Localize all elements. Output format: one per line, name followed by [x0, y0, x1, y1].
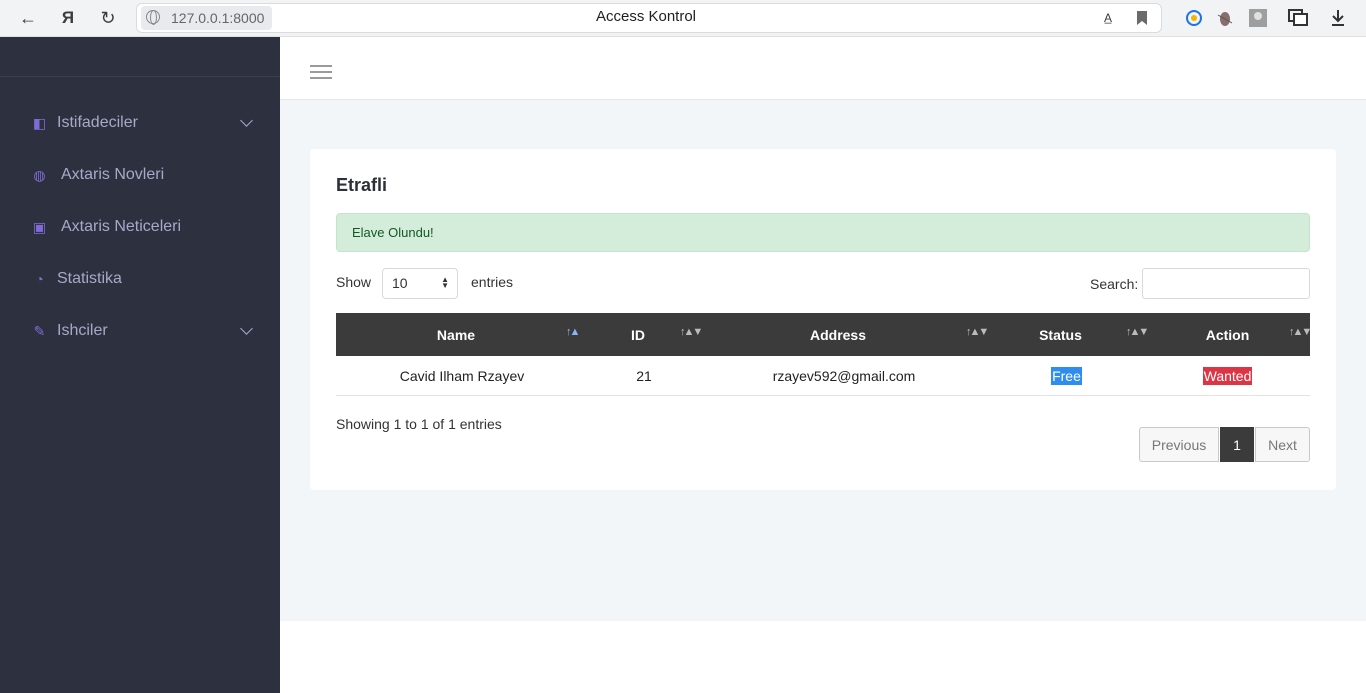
cell-id: 21: [636, 368, 652, 384]
cell-action: Wanted: [1145, 356, 1310, 396]
show-label: Show: [336, 274, 372, 290]
column-header-id[interactable]: ID ↑▲▼: [576, 313, 703, 356]
column-label: ID: [631, 326, 645, 343]
briefcase-icon: ▣: [32, 218, 47, 235]
translate-icon[interactable]: A̲: [1098, 8, 1118, 28]
cell-address: rzayev592@gmail.com: [772, 368, 916, 384]
table-header: Name ↑▲ ID ↑▲▼ Address ↑▲▼ Status ↑▲▼ Ac…: [336, 313, 1313, 356]
sort-icon: ↑▲▼: [680, 326, 703, 338]
sidebar-item-label: Axtaris Novleri: [61, 166, 165, 183]
column-header-action[interactable]: Action ↑▲▼: [1145, 313, 1313, 356]
pencil-icon: ✎: [33, 322, 46, 339]
sidebar-item-label: Statistika: [57, 270, 122, 287]
extension-icon[interactable]: [1184, 8, 1204, 28]
browser-toolbar: ← Я ↻ 127.0.0.1:8000 Access Kontrol A̲: [0, 0, 1366, 37]
select-arrows-icon: ▲ ▼: [441, 275, 449, 290]
column-label: Address: [809, 326, 867, 343]
chevron-down-icon: [240, 322, 253, 335]
cell-name: Cavid Ilham Rzayev: [399, 368, 525, 384]
success-alert: Elave Olundu!: [336, 213, 1310, 252]
sidebar-item-axtaris-novleri[interactable]: ◍ Axtaris Novleri: [0, 155, 280, 195]
pie-chart-icon: ◔: [35, 271, 44, 287]
search-label: Search:: [1090, 276, 1139, 292]
column-label: Action: [1205, 326, 1250, 343]
chevron-down-icon: [240, 114, 253, 127]
sidebar-item-istifadeciler[interactable]: ◧ Istifadeciler: [0, 103, 280, 143]
bug-icon[interactable]: [1215, 8, 1235, 28]
column-header-name[interactable]: Name ↑▲: [336, 313, 581, 356]
sidebar-item-statistika[interactable]: ◔ Statistika: [0, 259, 280, 299]
column-header-address[interactable]: Address ↑▲▼: [700, 313, 989, 356]
table-info: Showing 1 to 1 of 1 entries: [336, 416, 502, 432]
entries-select-value: 10: [392, 275, 408, 291]
top-header: [280, 37, 1366, 100]
cell-status: Free: [988, 356, 1145, 396]
chat-icon[interactable]: [1288, 8, 1308, 28]
sidebar-item-label: Ishciler: [57, 322, 108, 339]
table-row: Cavid Ilham Rzayev 21 rzayev592@gmail.co…: [336, 356, 1310, 396]
page-1-button[interactable]: 1: [1220, 427, 1254, 462]
column-label: Name: [436, 326, 476, 343]
column-header-status[interactable]: Status ↑▲▼: [976, 313, 1149, 356]
sidebar-item-axtaris-neticeleri[interactable]: ▣ Axtaris Neticeleri: [0, 207, 280, 247]
bookmark-icon[interactable]: [1132, 8, 1152, 28]
menu-toggle-icon[interactable]: [310, 65, 332, 81]
sort-icon: ↑▲▼: [1289, 326, 1312, 338]
previous-page-button[interactable]: Previous: [1139, 427, 1219, 462]
sidebar-brand-area: [0, 37, 280, 77]
details-card: Etrafli Elave Olundu! Show 10 ▲ ▼ entries…: [310, 149, 1336, 490]
entries-label: entries: [471, 274, 514, 290]
profile-icon[interactable]: [1248, 8, 1268, 28]
wanted-button[interactable]: Wanted: [1202, 367, 1253, 385]
page-title: Etrafli: [336, 175, 388, 195]
sidebar-item-label: Istifadeciler: [57, 114, 138, 131]
layout-icon: ◧: [32, 114, 47, 131]
palette-icon: ◍: [33, 166, 46, 183]
next-page-button[interactable]: Next: [1255, 427, 1310, 462]
download-icon[interactable]: [1328, 8, 1348, 28]
search-input[interactable]: [1142, 268, 1310, 299]
sidebar-item-label: Axtaris Neticeleri: [61, 218, 182, 235]
sidebar-item-ishciler[interactable]: ✎ Ishciler: [0, 311, 280, 351]
entries-per-page-select[interactable]: 10 ▲ ▼: [382, 268, 458, 299]
status-badge: Free: [1051, 367, 1082, 385]
column-label: Status: [1039, 326, 1082, 343]
